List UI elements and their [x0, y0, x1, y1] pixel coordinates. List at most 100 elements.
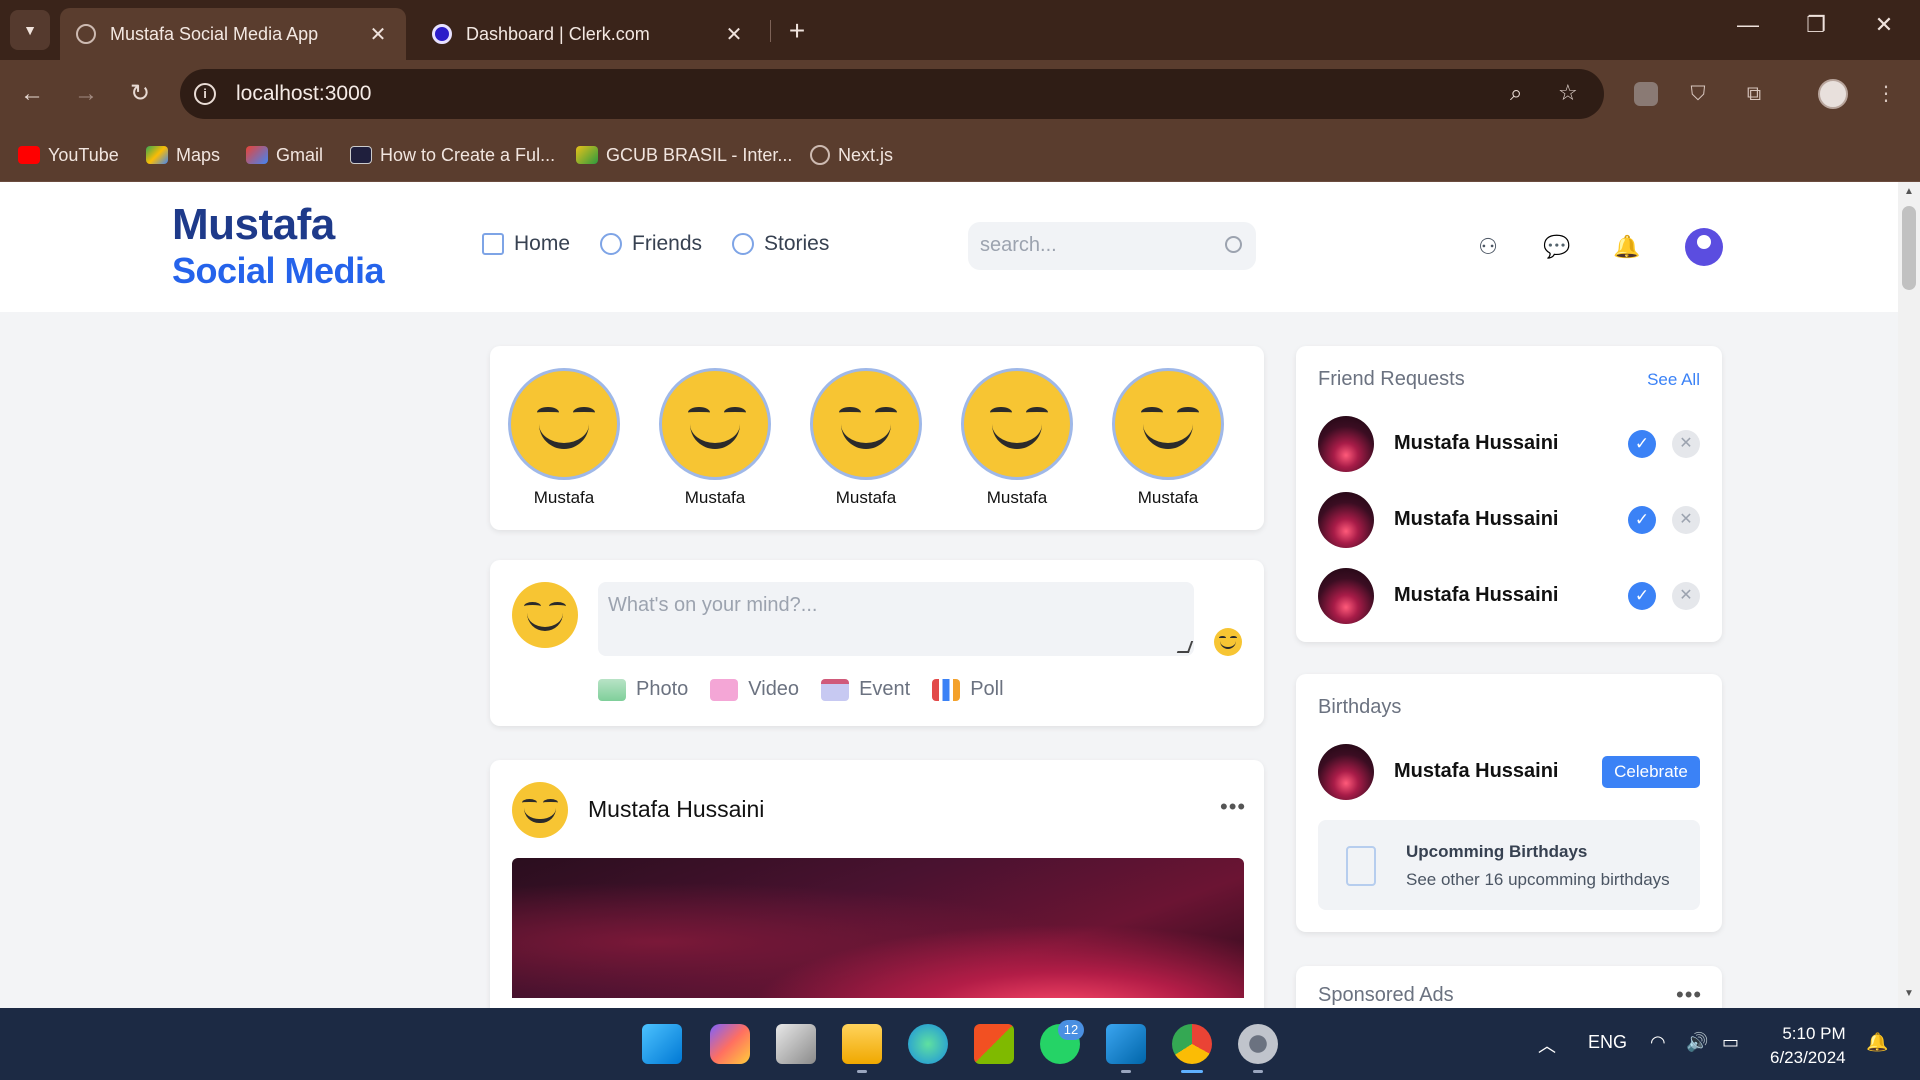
- story-name: Mustafa: [1137, 488, 1199, 507]
- accept-request-icon[interactable]: ✓: [1628, 506, 1656, 534]
- bookmark-nextjs[interactable]: Next.js: [810, 143, 893, 167]
- nav-friends[interactable]: Friends: [600, 232, 702, 256]
- youtube-icon: [18, 146, 40, 164]
- add-video-button[interactable]: Video: [710, 678, 799, 701]
- restore-icon[interactable]: ❐: [1796, 12, 1836, 48]
- forward-icon[interactable]: →: [68, 76, 104, 112]
- nav-home[interactable]: Home: [482, 232, 570, 256]
- zoom-icon[interactable]: ⌕: [1510, 80, 1522, 106]
- site-info-icon[interactable]: i: [194, 83, 216, 105]
- messages-icon[interactable]: 💬: [1542, 234, 1572, 264]
- post-more-icon[interactable]: •••: [1220, 794, 1246, 820]
- avatar[interactable]: [1318, 744, 1374, 800]
- volume-icon[interactable]: 🔊: [1686, 1032, 1708, 1053]
- chrome-icon[interactable]: [1172, 1024, 1212, 1064]
- logo-line1[interactable]: Mustafa: [172, 200, 335, 250]
- close-tab-icon[interactable]: ✕: [722, 22, 746, 47]
- people-icon[interactable]: ⚇: [1473, 234, 1503, 264]
- decline-request-icon[interactable]: ✕: [1672, 506, 1700, 534]
- reload-icon[interactable]: ↻: [122, 76, 158, 112]
- upcoming-birthdays[interactable]: Upcomming Birthdays See other 16 upcommi…: [1318, 820, 1700, 910]
- minimize-icon[interactable]: —: [1728, 12, 1768, 48]
- requester-name[interactable]: Mustafa Hussaini: [1394, 584, 1558, 607]
- gmail-icon: [246, 146, 268, 164]
- story-item[interactable]: Mustafa: [961, 368, 1073, 508]
- search-input[interactable]: search...: [968, 222, 1256, 270]
- close-window-icon[interactable]: ✕: [1864, 12, 1904, 48]
- logo-line2[interactable]: Social Media: [172, 250, 385, 292]
- bookmark-youtube[interactable]: YouTube: [18, 143, 119, 167]
- globe-icon: [810, 145, 830, 165]
- story-avatar: [1112, 368, 1224, 480]
- scroll-down-icon[interactable]: ▼: [1904, 988, 1914, 999]
- task-view-icon[interactable]: [776, 1024, 816, 1064]
- bookmark-gcub[interactable]: GCUB BRASIL - Inter...: [576, 143, 792, 167]
- file-explorer-icon[interactable]: [842, 1024, 882, 1064]
- wifi-icon[interactable]: ◠: [1650, 1032, 1666, 1053]
- bookmark-maps[interactable]: Maps: [146, 143, 220, 167]
- url-text[interactable]: localhost:3000: [236, 82, 371, 106]
- settings-icon[interactable]: [1238, 1024, 1278, 1064]
- new-tab-button[interactable]: +: [782, 15, 812, 47]
- bookmark-star-icon[interactable]: ☆: [1558, 80, 1578, 106]
- notifications-icon[interactable]: 🔔: [1612, 234, 1642, 264]
- bookmark-gmail[interactable]: Gmail: [246, 143, 323, 167]
- add-poll-button[interactable]: Poll: [932, 678, 1004, 701]
- back-icon[interactable]: ←: [14, 76, 50, 112]
- battery-icon[interactable]: ▭: [1722, 1032, 1739, 1053]
- edge-icon[interactable]: [908, 1024, 948, 1064]
- post-image[interactable]: [512, 858, 1244, 998]
- shield-icon[interactable]: ⛉: [1682, 78, 1714, 110]
- copilot-icon[interactable]: [710, 1024, 750, 1064]
- bookmark-how-to-create[interactable]: How to Create a Ful...: [350, 143, 555, 167]
- decline-request-icon[interactable]: ✕: [1672, 582, 1700, 610]
- user-avatar[interactable]: [1685, 228, 1723, 266]
- post-author-name[interactable]: Mustafa Hussaini: [588, 796, 764, 823]
- vscode-icon[interactable]: [1106, 1024, 1146, 1064]
- story-item[interactable]: Mustafa: [508, 368, 620, 508]
- celebrate-button[interactable]: Celebrate: [1602, 756, 1700, 788]
- story-item[interactable]: Mustafa: [810, 368, 922, 508]
- story-item[interactable]: Mustafa: [1112, 368, 1224, 508]
- requester-name[interactable]: Mustafa Hussaini: [1394, 432, 1558, 455]
- post-author-avatar[interactable]: [512, 782, 568, 838]
- start-icon[interactable]: [642, 1024, 682, 1064]
- see-all-link[interactable]: See All: [1647, 370, 1700, 390]
- resize-handle-icon[interactable]: [1176, 641, 1194, 653]
- address-bar[interactable]: i localhost:3000 ⌕ ☆: [180, 69, 1604, 119]
- add-photo-button[interactable]: Photo: [598, 678, 688, 701]
- extensions-puzzle-icon[interactable]: ⧉: [1738, 78, 1770, 110]
- scroll-up-icon[interactable]: ▲: [1904, 186, 1914, 197]
- tab-clerk-dashboard[interactable]: Dashboard | Clerk.com ✕: [416, 8, 762, 60]
- sponsored-more-icon[interactable]: •••: [1676, 982, 1702, 1008]
- emoji-icon[interactable]: [1214, 628, 1242, 656]
- page-scrollbar[interactable]: ▲ ▼: [1898, 182, 1920, 1008]
- close-tab-icon[interactable]: ✕: [366, 22, 390, 47]
- requester-name[interactable]: Mustafa Hussaini: [1394, 508, 1558, 531]
- accept-request-icon[interactable]: ✓: [1628, 430, 1656, 458]
- notification-center-icon[interactable]: 🔔: [1866, 1032, 1888, 1053]
- decline-request-icon[interactable]: ✕: [1672, 430, 1700, 458]
- scroll-thumb[interactable]: [1902, 206, 1916, 290]
- avatar[interactable]: [1318, 492, 1374, 548]
- add-event-button[interactable]: Event: [821, 678, 910, 701]
- stories-icon: [732, 233, 754, 255]
- system-clock[interactable]: 5:10 PM 6/23/2024: [1770, 1022, 1846, 1070]
- show-hidden-icons[interactable]: ︿: [1538, 1032, 1556, 1058]
- search-icon[interactable]: [1225, 236, 1242, 253]
- language-indicator[interactable]: ENG: [1588, 1032, 1627, 1053]
- profile-avatar[interactable]: [1818, 79, 1848, 109]
- accept-request-icon[interactable]: ✓: [1628, 582, 1656, 610]
- menu-kebab-icon[interactable]: ⋮: [1870, 78, 1902, 110]
- birthday-name[interactable]: Mustafa Hussaini: [1394, 760, 1558, 783]
- nav-stories[interactable]: Stories: [732, 232, 829, 256]
- post-textarea[interactable]: What's on your mind?...: [598, 582, 1194, 656]
- tab-mustafa-social[interactable]: Mustafa Social Media App ✕: [60, 8, 406, 60]
- extension-icon[interactable]: [1634, 82, 1658, 106]
- story-item[interactable]: Mustafa: [659, 368, 771, 508]
- avatar[interactable]: [1318, 568, 1374, 624]
- avatar[interactable]: [1318, 416, 1374, 472]
- upcoming-subtitle: See other 16 upcomming birthdays: [1406, 870, 1670, 889]
- store-icon[interactable]: [974, 1024, 1014, 1064]
- tab-search-button[interactable]: ▼: [10, 10, 50, 50]
